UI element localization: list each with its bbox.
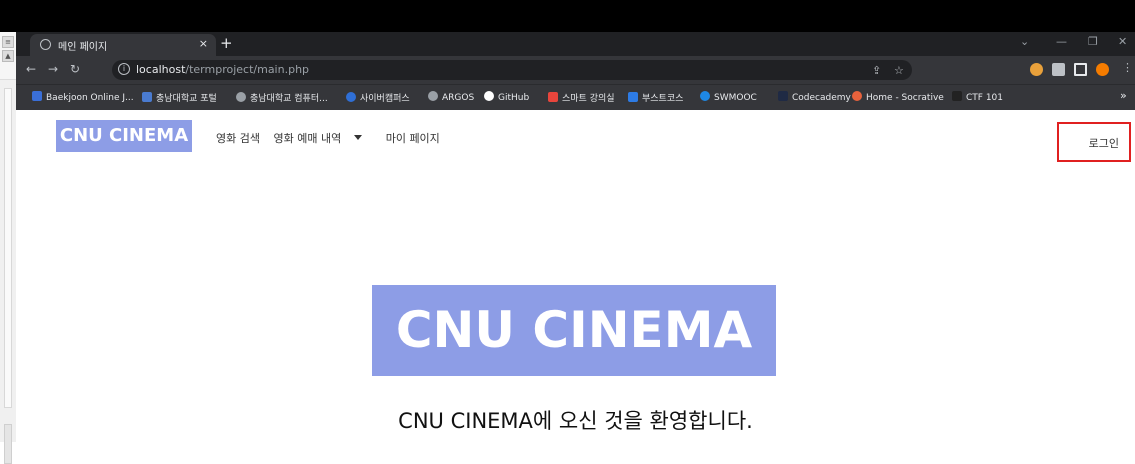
bookmark-item[interactable]: SWMOOC <box>700 91 757 105</box>
toolbar: ← → ↻ i localhost/termproject/main.php ⇪… <box>16 56 1135 84</box>
bookmark-favicon-icon <box>428 91 438 101</box>
bookmark-label: 충남대학교 포털 <box>156 94 217 104</box>
nav-movie-search[interactable]: 영화 검색 <box>216 132 260 145</box>
minimize-icon[interactable]: — <box>1056 35 1067 48</box>
bookmark-label: CTF 101 <box>966 93 1003 103</box>
reload-icon[interactable]: ↻ <box>70 62 80 76</box>
bookmark-item[interactable]: CTF 101 <box>952 91 1003 105</box>
github-icon <box>484 91 494 101</box>
web-page: CNU CINEMA 영화 검색 영화 예매 내역 마이 페이지 로그인 CNU… <box>16 110 1135 442</box>
profile-avatar[interactable] <box>1096 63 1109 76</box>
bookmark-favicon-icon <box>236 92 246 102</box>
bookmark-label: 사이버캠퍼스 <box>360 94 410 104</box>
brand-logo[interactable]: CNU CINEMA <box>56 120 192 152</box>
gutter-scroll-thumb[interactable] <box>4 424 12 464</box>
bookmark-item[interactable]: Home - Socrative <box>852 91 944 105</box>
menu-kebab-icon[interactable]: ⋮ <box>1122 61 1133 74</box>
main-nav: 영화 검색 영화 예매 내역 마이 페이지 <box>216 130 450 146</box>
tab-title: 메인 페이지 <box>58 42 108 53</box>
side-panel-icon[interactable] <box>1074 63 1087 76</box>
bookmark-label: GitHub <box>498 93 530 103</box>
bookmark-item[interactable]: Baekjoon Online J... <box>32 91 134 105</box>
left-gutter: ≡ ▲ <box>0 32 16 464</box>
more-bookmarks-icon[interactable]: » <box>1120 89 1127 103</box>
close-tab-icon[interactable]: × <box>199 37 208 50</box>
close-window-icon[interactable]: ✕ <box>1118 35 1127 48</box>
welcome-message: CNU CINEMA에 오신 것을 환영합니다. <box>398 409 753 433</box>
scroll-arrow-icon[interactable]: ▲ <box>2 50 14 62</box>
dropdown-caret-icon <box>354 135 363 140</box>
bookmark-label: 충남대학교 컴퓨터... <box>250 94 328 104</box>
bookmark-item[interactable]: GitHub <box>484 91 529 105</box>
bookmark-favicon-icon <box>548 92 558 102</box>
bookmark-favicon-icon <box>778 91 788 101</box>
share-icon[interactable]: ⇪ <box>872 64 881 77</box>
tab-search-icon[interactable]: ⌄ <box>1020 35 1029 48</box>
bookmark-favicon-icon <box>346 92 356 102</box>
browser-chrome: 메인 페이지 × + ⌄ — ❐ ✕ ← → ↻ i localhost/ter… <box>16 32 1135 110</box>
bookmark-favicon-icon <box>32 91 42 101</box>
bookmark-item[interactable]: 부스트코스 <box>628 91 683 105</box>
extensions-puzzle-icon[interactable] <box>1052 63 1065 76</box>
bookmark-star-icon[interactable]: ☆ <box>894 64 904 77</box>
bookmark-favicon-icon <box>952 91 962 101</box>
tab-strip: 메인 페이지 × + ⌄ — ❐ ✕ <box>16 32 1135 56</box>
forward-icon[interactable]: → <box>48 62 58 76</box>
bookmark-favicon-icon <box>700 91 710 101</box>
bookmark-label: Home - Socrative <box>866 93 944 103</box>
bookmark-item[interactable]: 충남대학교 컴퓨터... <box>236 91 328 105</box>
bookmark-item[interactable]: ARGOS <box>428 91 474 105</box>
url-host: localhost <box>136 63 186 76</box>
globe-icon <box>40 39 51 50</box>
bookmark-favicon-icon <box>852 91 862 101</box>
bookmark-item[interactable]: 사이버캠퍼스 <box>346 91 410 105</box>
nav-reservation-history[interactable]: 영화 예매 내역 <box>273 132 372 145</box>
nav-my-page[interactable]: 마이 페이지 <box>386 132 440 145</box>
bookmark-item[interactable]: Codecademy <box>778 91 851 105</box>
new-tab-button[interactable]: + <box>220 34 233 52</box>
url-path: /termproject/main.php <box>185 63 310 76</box>
hero-banner: CNU CINEMA <box>372 285 776 376</box>
bookmark-favicon-icon <box>628 92 638 102</box>
bookmark-label: Codecademy <box>792 93 851 103</box>
address-bar[interactable]: i localhost/termproject/main.php ⇪ ☆ <box>112 60 912 80</box>
bookmark-item[interactable]: 충남대학교 포털 <box>142 91 217 105</box>
bookmark-label: SWMOOC <box>714 93 757 103</box>
gutter-scroll-track[interactable] <box>4 88 12 408</box>
back-icon[interactable]: ← <box>26 62 36 76</box>
bookmark-favicon-icon <box>142 92 152 102</box>
bookmark-item[interactable]: 스마트 강의실 <box>548 91 615 105</box>
tab-main[interactable]: 메인 페이지 × <box>30 34 216 56</box>
login-highlight: 로그인 <box>1057 122 1131 162</box>
bookmarks-bar: Baekjoon Online J... 충남대학교 포털 충남대학교 컴퓨터.… <box>16 84 1135 110</box>
extension-cookie-icon[interactable] <box>1030 63 1043 76</box>
info-icon[interactable]: i <box>118 63 130 75</box>
bookmark-label: Baekjoon Online J... <box>46 93 134 103</box>
login-link[interactable]: 로그인 <box>1089 135 1119 151</box>
scroll-up-button[interactable]: ≡ <box>2 36 14 48</box>
nav-reservation-label: 영화 예매 내역 <box>273 132 342 145</box>
top-black-bar <box>0 0 1135 32</box>
restore-icon[interactable]: ❐ <box>1088 35 1098 48</box>
bookmark-label: ARGOS <box>442 93 475 103</box>
bookmark-label: 스마트 강의실 <box>562 94 615 104</box>
bookmark-label: 부스트코스 <box>642 94 684 104</box>
gutter-header: ≡ ▲ <box>0 32 16 80</box>
address-url[interactable]: localhost/termproject/main.php <box>136 63 309 76</box>
